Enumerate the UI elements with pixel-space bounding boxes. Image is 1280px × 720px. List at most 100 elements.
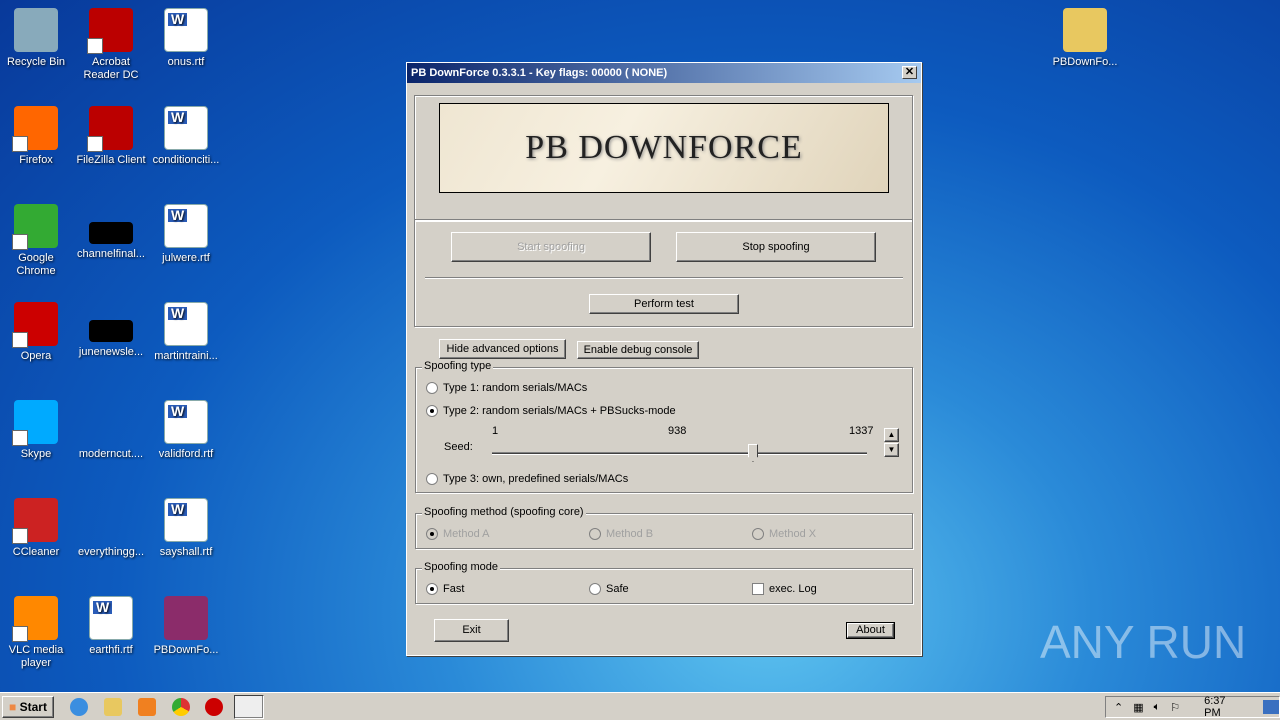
radio-label: Fast xyxy=(443,583,465,595)
word-doc-icon xyxy=(164,106,208,150)
desktop-icon-label: PBDownFo... xyxy=(1052,56,1118,68)
slider-thumb[interactable] xyxy=(747,444,758,462)
desktop-icon-label: Acrobat Reader DC xyxy=(83,56,139,81)
desktop-icon[interactable]: Firefox xyxy=(0,106,74,167)
action-center-flag-icon[interactable]: ⚐ xyxy=(1170,701,1180,714)
word-doc-icon xyxy=(164,302,208,346)
radio-label: Method B xyxy=(606,528,654,540)
desktop-icon-label: VLC media player xyxy=(8,644,64,669)
show-desktop-button[interactable] xyxy=(1263,700,1279,714)
desktop-icon-label: Recycle Bin xyxy=(6,56,66,68)
radio-label: Method A xyxy=(443,528,490,540)
pbdownforce-taskbar-button[interactable] xyxy=(234,695,264,719)
method-a-radio[interactable]: Method A xyxy=(426,528,489,540)
desktop-icon-label: FileZilla Client xyxy=(76,154,146,166)
method-b-radio[interactable]: Method B xyxy=(589,528,653,540)
desktop-icon[interactable]: VLC media player xyxy=(0,596,74,670)
radio-icon xyxy=(752,528,764,540)
desktop-icon-label: junenewsle... xyxy=(78,346,144,358)
desktop-icon[interactable]: Google Chrome xyxy=(0,204,74,278)
desktop-icon[interactable]: Recycle Bin xyxy=(0,8,74,69)
desktop-icon[interactable]: CCleaner xyxy=(0,498,74,559)
desktop-icon-label: conditionciti... xyxy=(152,154,220,166)
recycle-bin-icon xyxy=(14,8,58,52)
exec-log-checkbox[interactable]: exec. Log xyxy=(752,583,817,595)
desktop-icon[interactable]: sayshall.rtf xyxy=(148,498,224,559)
radio-label: Type 3: own, predefined serials/MACs xyxy=(443,473,629,485)
fast-radio[interactable]: Fast xyxy=(426,583,464,595)
type1-radio[interactable]: Type 1: random serials/MACs xyxy=(426,382,587,394)
desktop-icon[interactable]: FileZilla Client xyxy=(73,106,149,167)
desktop-icon[interactable]: julwere.rtf xyxy=(148,204,224,265)
method-x-radio[interactable]: Method X xyxy=(752,528,816,540)
desktop-icon-label: PBDownFo... xyxy=(153,644,219,656)
desktop-icon[interactable]: moderncut.... xyxy=(73,400,149,461)
desktop-icon[interactable]: Skype xyxy=(0,400,74,461)
radio-label: Safe xyxy=(606,583,629,595)
desktop-icon-label: moderncut.... xyxy=(78,448,144,460)
desktop-icon-label: martintraini... xyxy=(154,350,218,362)
radio-icon xyxy=(426,405,438,417)
winrar-icon xyxy=(164,596,208,640)
word-doc-icon xyxy=(164,400,208,444)
group-legend: Spoofing mode xyxy=(422,561,500,573)
banner-text: PB DOWNFORCE xyxy=(525,129,803,166)
desktop-icon[interactable]: Acrobat Reader DC xyxy=(73,8,149,82)
system-tray: ⌃ ▦ 🔈︎ ⚐ 6:37 PM xyxy=(1105,695,1280,719)
seed-label: Seed: xyxy=(444,441,473,453)
acrobat-icon xyxy=(87,8,133,54)
windows-logo-icon: ■ xyxy=(9,700,17,714)
opera-taskbar-icon[interactable] xyxy=(205,698,223,716)
desktop-icon[interactable]: validford.rtf xyxy=(148,400,224,461)
type3-radio[interactable]: Type 3: own, predefined serials/MACs xyxy=(426,473,628,485)
spoofing-type-group: Spoofing type Type 1: random serials/MAC… xyxy=(415,360,913,493)
explorer-icon[interactable] xyxy=(104,698,122,716)
desktop-icon[interactable]: everythingg... xyxy=(73,498,149,559)
start-button[interactable]: ■ Start xyxy=(2,696,54,718)
network-warning-icon[interactable]: ▦ xyxy=(1133,701,1143,714)
title-bar[interactable]: PB DownForce 0.3.3.1 - Key flags: 00000 … xyxy=(407,63,921,83)
media-player-icon[interactable] xyxy=(138,698,156,716)
desktop-icon[interactable]: PBDownFo... xyxy=(148,596,224,657)
safe-radio[interactable]: Safe xyxy=(589,583,629,595)
seed-min: 1 xyxy=(492,425,499,437)
desktop-icon-label: channelfinal... xyxy=(77,248,145,260)
desktop-icon[interactable]: Opera xyxy=(0,302,74,363)
group-legend: Spoofing type xyxy=(422,360,494,372)
seed-slider[interactable] xyxy=(492,444,867,462)
volume-icon[interactable]: 🔈︎ xyxy=(1154,701,1161,714)
enable-debug-console-button[interactable]: Enable debug console xyxy=(577,341,699,359)
desktop-icon[interactable]: onus.rtf xyxy=(148,8,224,69)
radio-label: Type 1: random serials/MACs xyxy=(443,382,588,394)
group-legend: Spoofing method (spoofing core) xyxy=(422,506,586,518)
close-button[interactable]: ✕ xyxy=(902,66,917,79)
stop-spoofing-button[interactable]: Stop spoofing xyxy=(676,232,876,262)
seed-value: 938 xyxy=(668,425,687,437)
seed-down-button[interactable]: ▼ xyxy=(884,443,899,457)
desktop-icon[interactable]: junenewsle... xyxy=(73,302,149,359)
skype-icon xyxy=(12,400,58,446)
banner-logo: PB DOWNFORCE xyxy=(439,103,889,193)
exit-button[interactable]: Exit xyxy=(434,619,509,642)
about-button[interactable]: About xyxy=(846,622,895,639)
firefox-icon xyxy=(12,106,58,152)
hide-advanced-options-button[interactable]: Hide advanced options xyxy=(439,339,566,359)
desktop-icon[interactable]: martintraini... xyxy=(148,302,224,363)
desktop-icon[interactable]: conditionciti... xyxy=(148,106,224,167)
radio-icon xyxy=(426,583,438,595)
window-title: PB DownForce 0.3.3.1 - Key flags: 00000 … xyxy=(411,67,668,79)
show-hidden-icons[interactable]: ⌃ xyxy=(1114,701,1123,714)
filezilla-icon xyxy=(87,106,133,152)
ie-icon[interactable] xyxy=(70,698,88,716)
type2-radio[interactable]: Type 2: random serials/MACs + PBSucks-mo… xyxy=(426,405,676,417)
blank-file-icon xyxy=(89,498,133,542)
perform-test-button[interactable]: Perform test xyxy=(589,294,739,314)
banner-panel: PB DOWNFORCE xyxy=(414,95,913,221)
desktop-icon[interactable]: earthfi.rtf xyxy=(73,596,149,657)
start-spoofing-button[interactable]: Start spoofing xyxy=(451,232,651,262)
seed-up-button[interactable]: ▲ xyxy=(884,428,899,442)
desktop-icon[interactable]: channelfinal... xyxy=(73,204,149,261)
chrome-taskbar-icon[interactable] xyxy=(172,698,190,716)
clock[interactable]: 6:37 PM xyxy=(1204,695,1245,719)
desktop-icon[interactable]: PBDownFo... xyxy=(1047,8,1123,69)
